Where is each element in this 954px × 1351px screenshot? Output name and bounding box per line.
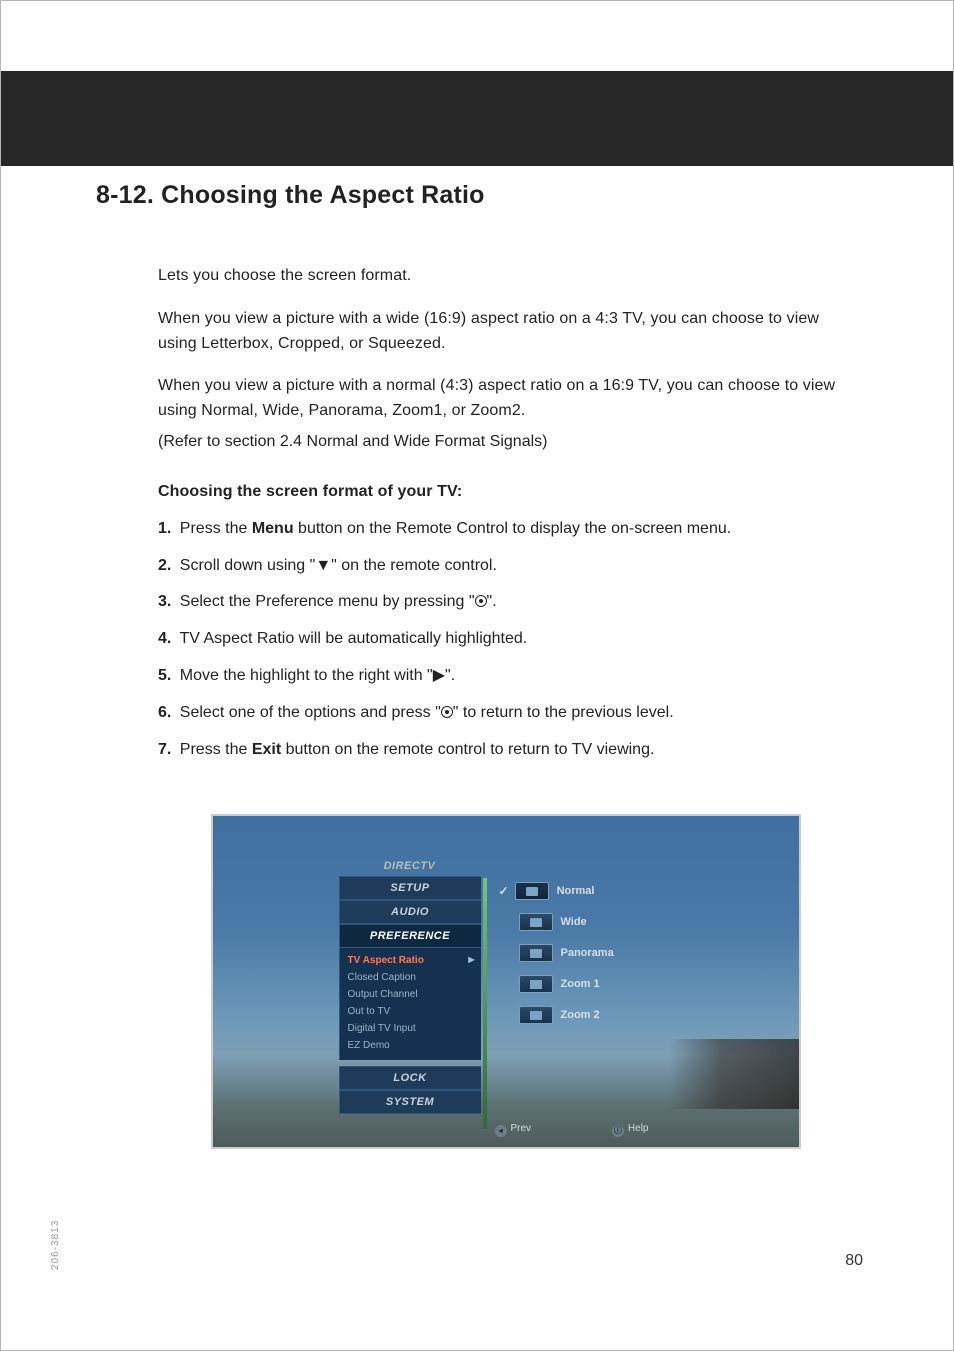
step-text: ".: [487, 593, 497, 610]
step-text: Select one of the options and press ": [175, 704, 440, 721]
option-label: Wide: [561, 916, 587, 928]
submenu-closed-caption[interactable]: Closed Caption: [348, 969, 481, 986]
step-text: Press the: [175, 520, 251, 537]
step-6: 6. Select one of the options and press "…: [158, 701, 853, 726]
step-bold: Menu: [252, 520, 294, 537]
submenu-output-channel[interactable]: Output Channel: [348, 986, 481, 1003]
step-2: 2. Scroll down using "▼" on the remote c…: [158, 554, 853, 579]
aspect-icon: [519, 975, 553, 993]
aspect-options-column: ✓ Normal Wide Panorama: [499, 882, 649, 1037]
step-number: 2.: [158, 557, 171, 574]
step-3: 3. Select the Preference menu by pressin…: [158, 590, 853, 615]
select-button-icon: [475, 595, 487, 607]
option-label: Zoom 1: [561, 978, 600, 990]
step-number: 5.: [158, 667, 171, 684]
menu-section-lock[interactable]: LOCK: [339, 1066, 481, 1090]
aspect-icon: [519, 1006, 553, 1024]
step-number: 7.: [158, 741, 171, 758]
steps-subheading: Choosing the screen format of your TV:: [158, 483, 853, 501]
menu-section-preference[interactable]: PREFERENCE: [339, 924, 481, 948]
osd-screenshot: DIRECTV SETUP AUDIO PREFERENCE TV Aspect…: [211, 814, 801, 1149]
page-title: 8-12. Choosing the Aspect Ratio: [96, 181, 863, 210]
background-hill: [669, 1039, 799, 1109]
step-4: 4. TV Aspect Ratio will be automatically…: [158, 627, 853, 652]
down-arrow-icon: ▼: [315, 554, 331, 579]
step-text: Press the: [175, 741, 251, 758]
intro-reference: (Refer to section 2.4 Normal and Wide Fo…: [158, 430, 853, 455]
step-number: 3.: [158, 593, 171, 610]
intro-paragraph-1: Lets you choose the screen format.: [158, 264, 853, 289]
page-number: 80: [845, 1252, 863, 1270]
right-arrow-icon: ▶: [433, 664, 445, 689]
menu-section-audio[interactable]: AUDIO: [339, 900, 481, 924]
submenu-aspect-ratio[interactable]: TV Aspect Ratio: [348, 952, 481, 969]
step-5: 5. Move the highlight to the right with …: [158, 664, 853, 689]
menu-left-column: DIRECTV SETUP AUDIO PREFERENCE TV Aspect…: [339, 856, 481, 1114]
submenu-digital-tv-input[interactable]: Digital TV Input: [348, 1020, 481, 1037]
menu-section-setup[interactable]: SETUP: [339, 876, 481, 900]
check-icon: ✓: [499, 884, 509, 898]
step-text: Move the highlight to the right with ": [175, 667, 432, 684]
left-key-icon: ◂: [495, 1125, 507, 1137]
step-number: 1.: [158, 520, 171, 537]
step-text: " on the remote control.: [331, 557, 497, 574]
intro-paragraph-3: When you view a picture with a normal (4…: [158, 374, 853, 424]
submenu-out-to-tv[interactable]: Out to TV: [348, 1003, 481, 1020]
step-text: Scroll down using ": [175, 557, 315, 574]
info-key-icon: ⓘ: [612, 1125, 624, 1137]
menu-section-system[interactable]: SYSTEM: [339, 1090, 481, 1114]
option-label: Panorama: [561, 947, 614, 959]
prev-hint: ◂Prev: [495, 1123, 532, 1137]
menu-brand: DIRECTV: [339, 856, 481, 876]
step-text: ".: [445, 667, 455, 684]
help-hint: ⓘHelp: [612, 1123, 649, 1137]
step-bold: Exit: [252, 741, 281, 758]
step-1: 1. Press the Menu button on the Remote C…: [158, 517, 853, 542]
select-button-icon: [441, 706, 453, 718]
step-text: button on the Remote Control to display …: [294, 520, 732, 537]
options-highlight-bar: [483, 878, 487, 1129]
step-text: " to return to the previous level.: [453, 704, 674, 721]
preference-submenu: TV Aspect Ratio Closed Caption Output Ch…: [339, 948, 481, 1060]
nav-hints: ◂Prev ⓘHelp: [487, 1117, 657, 1143]
aspect-icon: [519, 944, 553, 962]
option-zoom1[interactable]: Zoom 1: [499, 975, 649, 993]
option-zoom2[interactable]: Zoom 2: [499, 1006, 649, 1024]
option-normal[interactable]: ✓ Normal: [499, 882, 649, 900]
submenu-ez-demo[interactable]: EZ Demo: [348, 1037, 481, 1054]
step-text: Select the Preference menu by pressing ": [175, 593, 474, 610]
option-panorama[interactable]: Panorama: [499, 944, 649, 962]
step-text: TV Aspect Ratio will be automatically hi…: [175, 630, 527, 647]
step-text: button on the remote control to return t…: [281, 741, 654, 758]
step-7: 7. Press the Exit button on the remote c…: [158, 738, 853, 763]
aspect-icon: [515, 882, 549, 900]
option-label: Normal: [557, 885, 595, 897]
step-number: 4.: [158, 630, 171, 647]
document-code: 206-3813: [50, 1220, 61, 1270]
option-label: Zoom 2: [561, 1009, 600, 1021]
step-number: 6.: [158, 704, 171, 721]
option-wide[interactable]: Wide: [499, 913, 649, 931]
aspect-icon: [519, 913, 553, 931]
intro-paragraph-2: When you view a picture with a wide (16:…: [158, 307, 853, 357]
